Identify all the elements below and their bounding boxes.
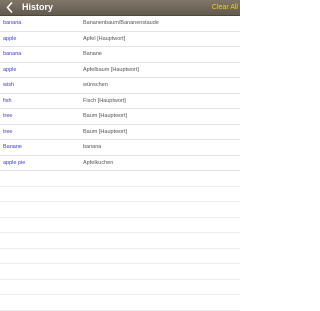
nav-bar: History Clear All xyxy=(0,0,240,16)
history-translation: banana xyxy=(83,144,102,151)
history-translation: wünschen xyxy=(83,82,108,89)
history-word: tree xyxy=(3,128,13,135)
history-translation: Baum [Hauptwort] xyxy=(83,113,128,120)
history-word: fish xyxy=(3,97,12,104)
history-translation: Apfelkuchen xyxy=(83,159,114,166)
chevron-left-icon xyxy=(6,2,12,13)
history-translation: Apfel [Hauptwort] xyxy=(83,35,126,42)
history-translation: Bananenbaum/Bananenstaude xyxy=(83,20,159,27)
empty-row xyxy=(0,295,240,311)
history-word: Banane xyxy=(3,144,22,151)
history-word: apple pie xyxy=(3,159,26,166)
empty-row xyxy=(0,249,240,264)
history-word: wish xyxy=(3,82,15,89)
back-button[interactable] xyxy=(3,1,15,14)
history-row[interactable]: apple Apfelbaum [Hauptwort] xyxy=(0,63,240,78)
history-row[interactable]: apple Apfel [Hauptwort] xyxy=(0,32,240,47)
history-row[interactable]: tree Baum [Hauptwort] xyxy=(0,125,240,140)
history-row[interactable]: tree Baum [Hauptwort] xyxy=(0,109,240,125)
history-list: banana Bananenbaum/Bananenstaude apple A… xyxy=(0,16,240,311)
empty-row xyxy=(0,202,240,218)
page-title: History xyxy=(22,2,54,12)
history-row[interactable]: fish Fisch [Hauptwort] xyxy=(0,94,240,109)
history-row[interactable]: banana Bananenbaum/Bananenstaude xyxy=(0,16,240,32)
empty-row xyxy=(0,218,240,233)
clear-all-button[interactable]: Clear All xyxy=(212,1,238,14)
history-word: tree xyxy=(3,113,13,120)
empty-row xyxy=(0,187,240,202)
history-translation: Fisch [Hauptwort] xyxy=(83,97,126,104)
history-row[interactable]: Banane banana xyxy=(0,140,240,156)
history-word: banana xyxy=(3,20,22,27)
history-translation: Banane xyxy=(83,51,102,58)
empty-row xyxy=(0,171,240,187)
history-word: apple xyxy=(3,35,17,42)
history-translation: Apfelbaum [Hauptwort] xyxy=(83,66,139,73)
empty-row xyxy=(0,233,240,249)
history-row[interactable]: apple pie Apfelkuchen xyxy=(0,156,240,171)
history-row[interactable]: wish wünschen xyxy=(0,78,240,94)
history-row[interactable]: banana Banane xyxy=(0,47,240,63)
empty-row xyxy=(0,280,240,295)
history-word: apple xyxy=(3,66,17,73)
history-translation: Baum [Hauptwort] xyxy=(83,128,128,135)
empty-row xyxy=(0,264,240,280)
history-word: banana xyxy=(3,51,22,58)
